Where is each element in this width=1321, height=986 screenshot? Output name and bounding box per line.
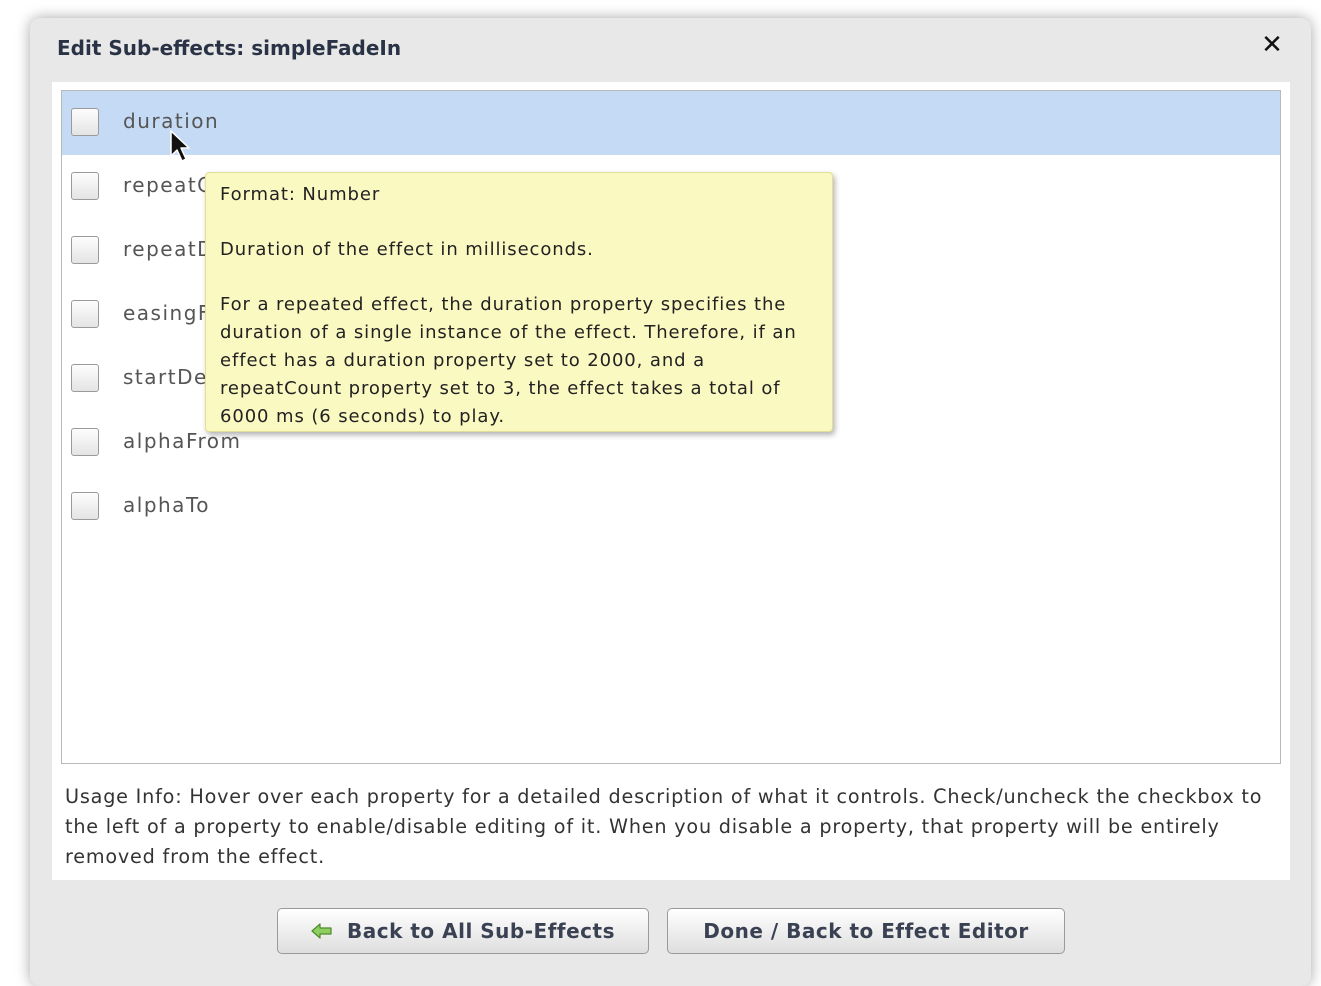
property-label: alphaFrom <box>123 429 242 453</box>
property-label: repeatD <box>123 237 215 261</box>
checkbox[interactable] <box>71 108 99 136</box>
checkbox[interactable] <box>71 172 99 200</box>
done-button-label: Done / Back to Effect Editor <box>703 919 1029 943</box>
back-button-label: Back to All Sub-Effects <box>347 919 615 943</box>
checkbox[interactable] <box>71 492 99 520</box>
edit-sub-effects-dialog: Edit Sub-effects: simpleFadeIn ✕ duratio… <box>30 18 1311 986</box>
tooltip-format: Format: Number <box>220 184 381 205</box>
tooltip-summary: Duration of the effect in milliseconds. <box>220 239 594 260</box>
property-tooltip: Format: Number Duration of the effect in… <box>205 172 833 432</box>
dialog-title: Edit Sub-effects: simpleFadeIn <box>57 36 402 60</box>
property-label: repeatC <box>123 173 213 197</box>
property-label: startDe <box>123 365 208 389</box>
property-label: alphaTo <box>123 493 210 517</box>
tooltip-detail: For a repeated effect, the duration prop… <box>220 294 797 427</box>
back-to-all-sub-effects-button[interactable]: Back to All Sub-Effects <box>277 908 649 954</box>
mouse-cursor-icon <box>170 130 190 162</box>
list-item-duration[interactable]: duration <box>62 91 1280 155</box>
usage-info: Usage Info: Hover over each property for… <box>65 785 1263 868</box>
back-arrow-icon <box>311 923 332 939</box>
property-label: easingF <box>123 301 211 325</box>
checkbox[interactable] <box>71 236 99 264</box>
checkbox[interactable] <box>71 428 99 456</box>
checkbox[interactable] <box>71 300 99 328</box>
done-button[interactable]: Done / Back to Effect Editor <box>667 908 1065 954</box>
checkbox[interactable] <box>71 364 99 392</box>
list-item-alpha-to[interactable]: alphaTo <box>62 475 1280 539</box>
close-icon[interactable]: ✕ <box>1259 32 1285 58</box>
